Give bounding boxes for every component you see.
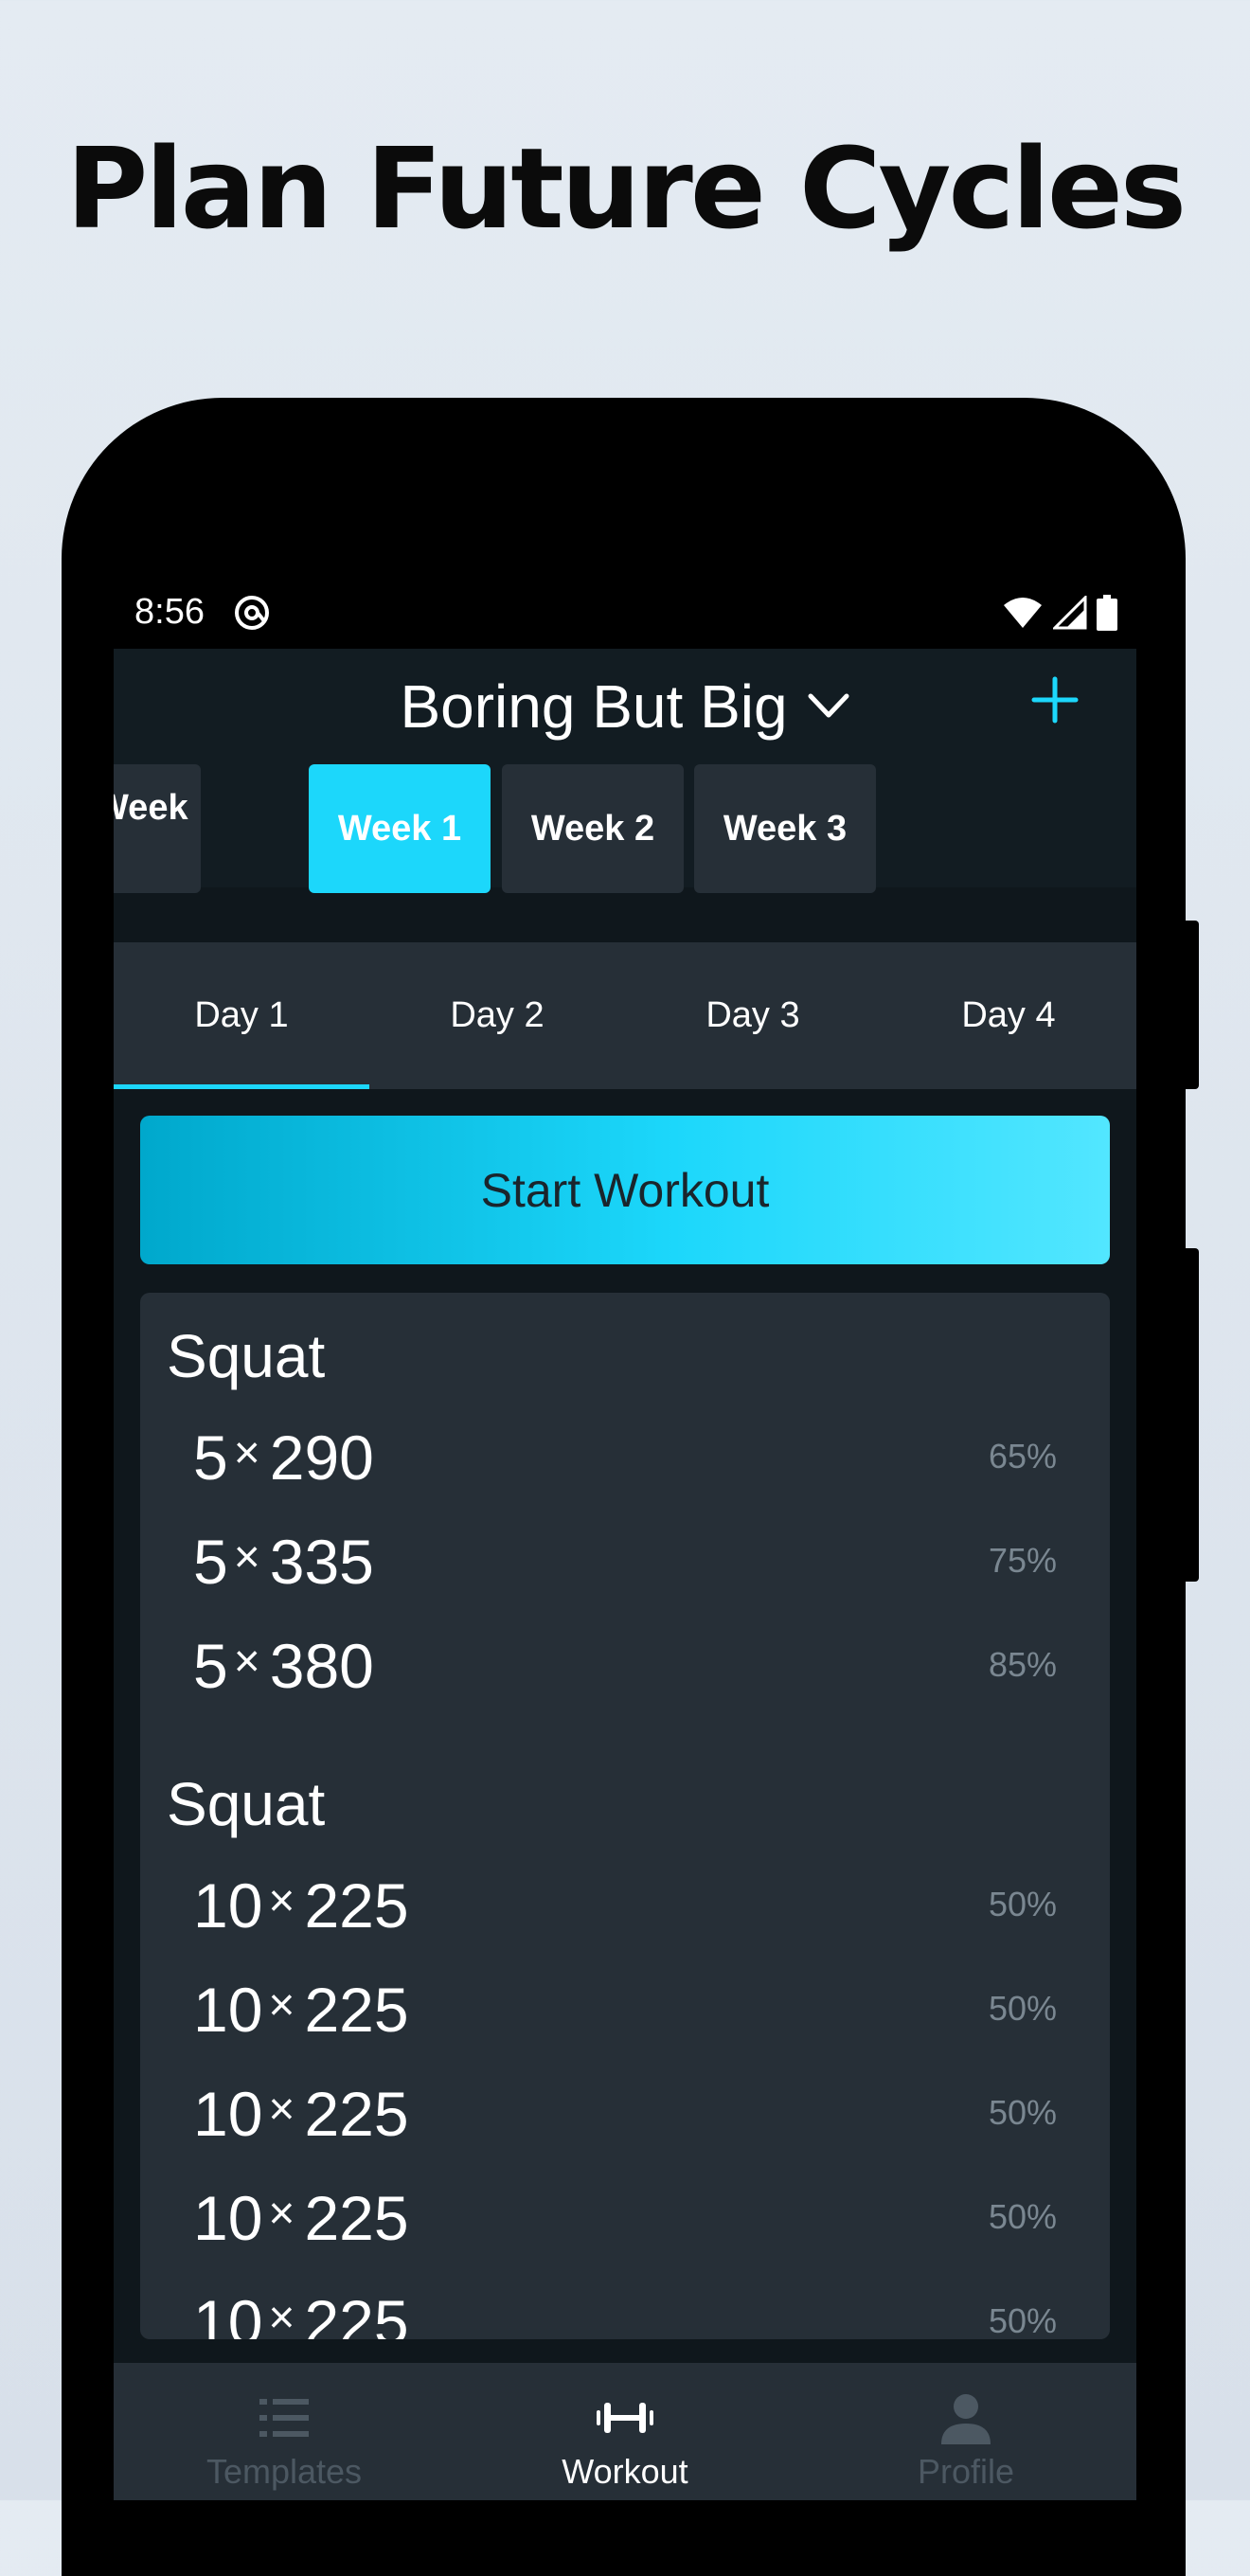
set-row[interactable]: 5 × 335 75% <box>140 1520 1110 1605</box>
program-title: Boring But Big <box>400 672 788 741</box>
active-tab-indicator <box>114 1084 369 1089</box>
set-row[interactable]: 10 × 225 50% <box>140 2072 1110 2157</box>
app-bar: Boring But Big <box>114 649 1136 753</box>
person-icon <box>941 2394 991 2444</box>
signal-icon <box>1053 596 1087 630</box>
tab-day-2[interactable]: Day 2 <box>369 942 625 1089</box>
set-reps-weight: 10 × 225 <box>193 2183 409 2253</box>
nav-label: Workout <box>562 2452 688 2491</box>
set-percent: 85% <box>988 1645 1057 1684</box>
week-chip[interactable]: Week 3 <box>694 764 876 893</box>
set-reps-weight: 5 × 290 <box>193 1422 374 1493</box>
at-sign-icon <box>235 596 269 630</box>
bottom-navigation: Templates Workout Profile <box>114 2363 1136 2500</box>
set-percent: 50% <box>988 1885 1057 1923</box>
program-selector[interactable]: Boring But Big <box>114 671 1136 742</box>
status-bar: 8:56 <box>114 573 1136 649</box>
tab-day-1[interactable]: Day 1 <box>114 942 369 1089</box>
set-percent: 65% <box>988 1437 1057 1476</box>
set-percent: 50% <box>988 2197 1057 2236</box>
workout-card: Squat 5 × 290 65% 5 × 335 75% 5 × 380 85% Squa… <box>140 1293 1110 2339</box>
set-reps-weight: 10 × 225 <box>193 2079 409 2149</box>
battery-icon <box>1097 595 1117 631</box>
phone-side-button <box>1186 921 1199 1089</box>
tab-day-3[interactable]: Day 3 <box>625 942 881 1089</box>
set-reps-weight: 5 × 380 <box>193 1631 374 1701</box>
set-row[interactable]: 5 × 290 65% <box>140 1416 1110 1501</box>
set-row[interactable]: 10 × 225 50% <box>140 2281 1110 2339</box>
exercise-name: Squat <box>167 1322 326 1390</box>
nav-label: Profile <box>917 2452 1015 2491</box>
nav-profile[interactable]: Profile <box>795 2363 1136 2500</box>
add-icon[interactable] <box>1030 675 1080 724</box>
set-percent: 50% <box>988 2093 1057 2132</box>
set-row[interactable]: 5 × 380 85% <box>140 1624 1110 1709</box>
set-percent: 50% <box>988 2301 1057 2339</box>
set-percent: 75% <box>988 1541 1057 1580</box>
week-selector: Week 3 Week 1 Week 2 Week 3 <box>114 753 1136 893</box>
set-reps-weight: 10 × 225 <box>193 2287 409 2339</box>
set-row[interactable]: 10 × 225 50% <box>140 1968 1110 2053</box>
start-workout-button[interactable]: Start Workout <box>140 1116 1110 1264</box>
list-icon <box>259 2399 309 2437</box>
phone-side-button <box>1186 1248 1199 1582</box>
set-row[interactable]: 10 × 225 50% <box>140 1864 1110 1949</box>
week-chip[interactable]: Week 3 <box>114 764 201 893</box>
week-chip-active[interactable]: Week 1 <box>309 764 491 893</box>
status-time: 8:56 <box>134 592 205 632</box>
wifi-icon <box>1004 598 1042 628</box>
nav-label: Templates <box>205 2452 363 2491</box>
set-reps-weight: 10 × 225 <box>193 1975 409 2045</box>
chevron-down-icon <box>808 693 849 718</box>
set-percent: 50% <box>988 1989 1057 2028</box>
day-tabs: Day 1 Day 2 Day 3 Day 4 <box>114 942 1136 1089</box>
set-reps-weight: 5 × 335 <box>193 1527 374 1597</box>
exercise-name: Squat <box>167 1770 326 1838</box>
week-chip[interactable]: Week 2 <box>502 764 684 893</box>
nav-templates[interactable]: Templates <box>114 2363 455 2500</box>
dumbbell-icon <box>597 2403 653 2433</box>
nav-workout[interactable]: Workout <box>455 2363 795 2500</box>
set-row[interactable]: 10 × 225 50% <box>140 2176 1110 2262</box>
app-screen: 8:56 Boring But Big eek Week 1 Week 2 We… <box>114 573 1136 2500</box>
set-reps-weight: 10 × 225 <box>193 1870 409 1941</box>
headline: Plan Future Cycles <box>65 123 1187 254</box>
tab-day-4[interactable]: Day 4 <box>881 942 1136 1089</box>
